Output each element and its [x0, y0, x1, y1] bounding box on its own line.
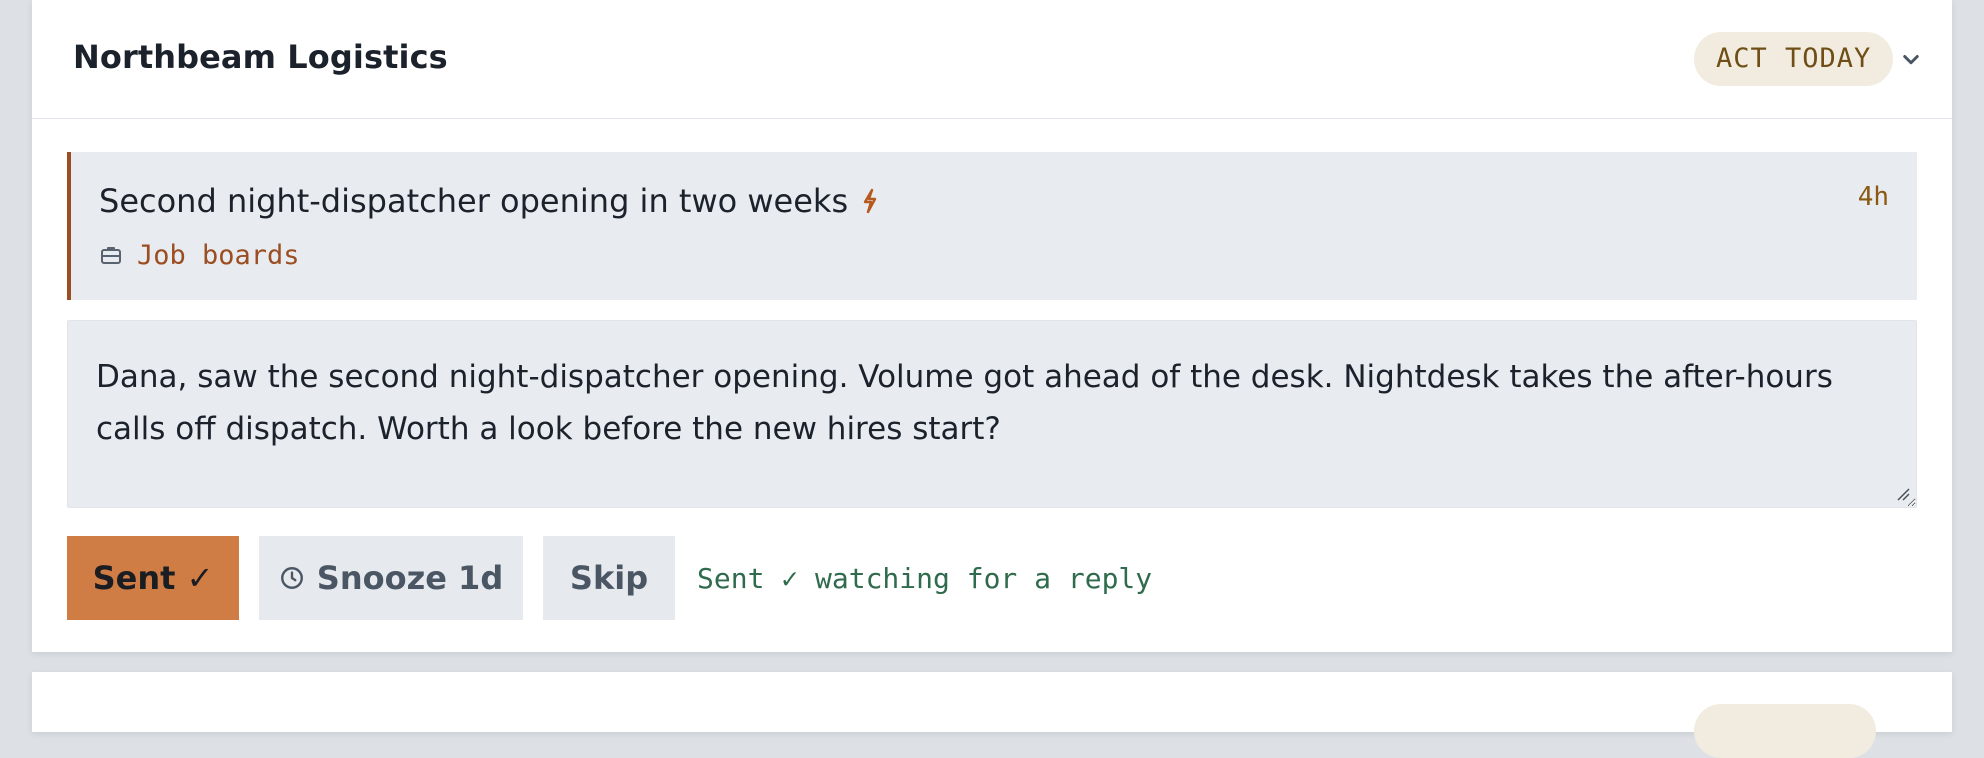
resize-grip-icon[interactable]: [1896, 487, 1910, 501]
lightning-icon: [863, 188, 877, 214]
next-priority-badge: [1694, 704, 1876, 758]
draft-text: Dana, saw the second night-dispatcher op…: [96, 359, 1833, 447]
priority-badge: ACT TODAY: [1694, 32, 1894, 86]
sent-button[interactable]: Sent ✓: [67, 536, 239, 620]
chevron-down-icon[interactable]: [1896, 44, 1926, 74]
draft-message-textarea[interactable]: Dana, saw the second night-dispatcher op…: [67, 320, 1917, 508]
signal-title: Second night-dispatcher opening in two w…: [99, 182, 880, 220]
signal-block: Second night-dispatcher opening in two w…: [67, 152, 1917, 300]
snooze-button[interactable]: Snooze 1d: [259, 536, 523, 620]
signal-age: 4h: [1857, 182, 1889, 212]
skip-button[interactable]: Skip: [543, 536, 675, 620]
company-name: Northbeam Logistics: [73, 38, 448, 76]
snooze-label: Snooze 1d: [316, 559, 504, 597]
account-card: Northbeam Logistics ACT TODAY Second nig…: [32, 0, 1952, 652]
card-header: Northbeam Logistics ACT TODAY: [32, 0, 1952, 119]
next-account-card: [32, 672, 1952, 758]
clock-icon: [280, 567, 303, 589]
signal-title-text: Second night-dispatcher opening in two w…: [99, 182, 849, 220]
signal-source: Job boards: [99, 238, 300, 272]
briefcase-icon: [101, 247, 121, 264]
action-bar: Sent ✓ Snooze 1d Skip Sent ✓ watching fo…: [67, 536, 1152, 620]
send-status: Sent ✓ watching for a reply: [697, 561, 1153, 595]
source-label: Job boards: [137, 239, 300, 271]
